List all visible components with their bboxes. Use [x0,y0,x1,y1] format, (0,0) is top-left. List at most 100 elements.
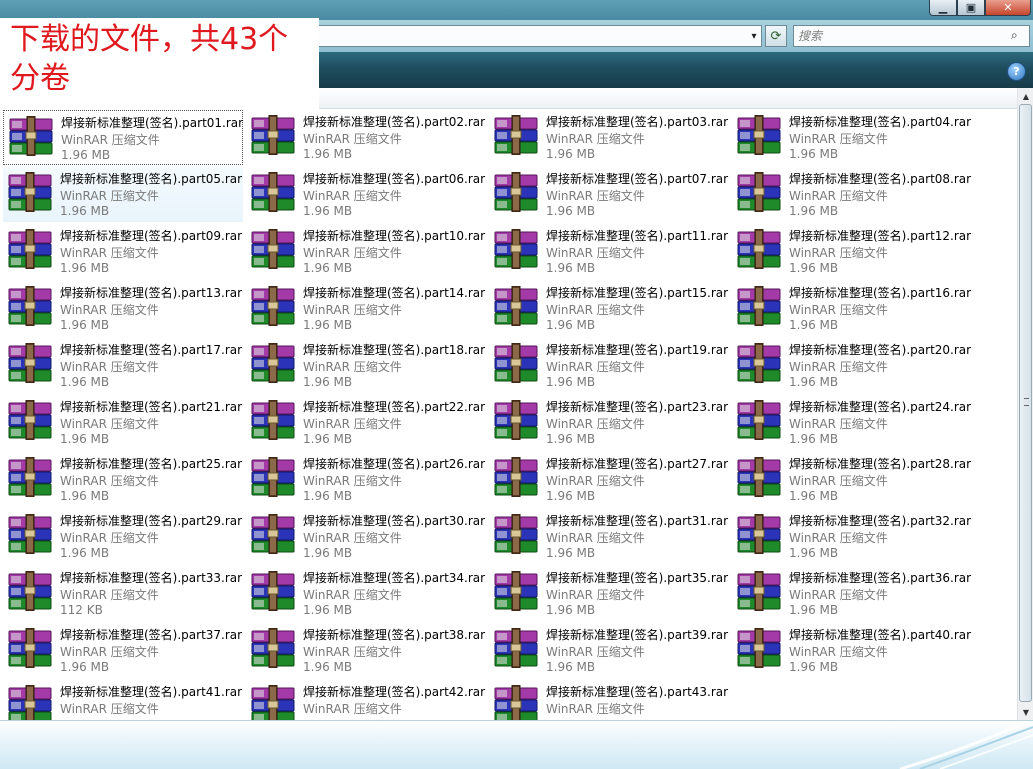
file-name: 焊接新标准整理(签名).part01.rar [61,116,244,130]
file-name: 焊接新标准整理(签名).part15.rar [546,286,729,300]
title-bar: ▁ ▣ ✕ [0,0,1033,20]
file-name: 焊接新标准整理(签名).part39.rar [546,628,729,642]
file-type: WinRAR 压缩文件 [546,531,645,545]
file-size: 1.96 MB [303,603,353,617]
file-type: WinRAR 压缩文件 [303,303,402,317]
file-item[interactable]: 焊接新标准整理(签名).part43.rar WinRAR 压缩文件 [489,680,729,720]
file-item[interactable]: 焊接新标准整理(签名).part23.rar WinRAR 压缩文件 1.96 MB [489,395,729,450]
file-item[interactable]: 焊接新标准整理(签名).part35.rar WinRAR 压缩文件 1.96 MB [489,566,729,621]
file-item[interactable]: 焊接新标准整理(签名).part06.rar WinRAR 压缩文件 1.96 MB [246,167,486,222]
file-size: 1.96 MB [60,261,110,275]
file-size: 1.96 MB [546,546,596,560]
file-type: WinRAR 压缩文件 [789,417,888,431]
file-name: 焊接新标准整理(签名).part17.rar [60,343,243,357]
file-item[interactable]: 焊接新标准整理(签名).part04.rar WinRAR 压缩文件 1.96 MB [732,110,972,165]
file-item[interactable]: 焊接新标准整理(签名).part39.rar WinRAR 压缩文件 1.96 MB [489,623,729,678]
file-item[interactable]: 焊接新标准整理(签名).part18.rar WinRAR 压缩文件 1.96 MB [246,338,486,393]
file-item[interactable]: 焊接新标准整理(签名).part21.rar WinRAR 压缩文件 1.96 MB [3,395,243,450]
file-type: WinRAR 压缩文件 [789,531,888,545]
file-size: 1.96 MB [546,318,596,332]
winrar-archive-icon [251,514,295,554]
file-item[interactable]: 焊接新标准整理(签名).part41.rar WinRAR 压缩文件 [3,680,243,720]
winrar-archive-icon [737,514,781,554]
file-item[interactable]: 焊接新标准整理(签名).part31.rar WinRAR 压缩文件 1.96 MB [489,509,729,564]
help-icon[interactable]: ? [1007,62,1026,81]
winrar-archive-icon [737,457,781,497]
file-name: 焊接新标准整理(签名).part20.rar [789,343,972,357]
file-size: 1.96 MB [60,432,110,446]
file-item[interactable]: 焊接新标准整理(签名).part20.rar WinRAR 压缩文件 1.96 MB [732,338,972,393]
scroll-down-icon[interactable]: ▼ [1018,704,1033,720]
file-item[interactable]: 焊接新标准整理(签名).part01.rar WinRAR 压缩文件 1.96 MB [3,110,243,165]
file-item[interactable]: 焊接新标准整理(签名).part33.rar WinRAR 压缩文件 112 KB [3,566,243,621]
file-item[interactable]: 焊接新标准整理(签名).part07.rar WinRAR 压缩文件 1.96 MB [489,167,729,222]
details-pane [0,720,1033,769]
file-name: 焊接新标准整理(签名).part09.rar [60,229,243,243]
file-item[interactable]: 焊接新标准整理(签名).part12.rar WinRAR 压缩文件 1.96 MB [732,224,972,279]
file-item[interactable]: 焊接新标准整理(签名).part09.rar WinRAR 压缩文件 1.96 MB [3,224,243,279]
file-item[interactable]: 焊接新标准整理(签名).part16.rar WinRAR 压缩文件 1.96 MB [732,281,972,336]
file-item[interactable]: 焊接新标准整理(签名).part03.rar WinRAR 压缩文件 1.96 MB [489,110,729,165]
address-dropdown-icon[interactable]: ▾ [746,26,762,46]
file-name: 焊接新标准整理(签名).part27.rar [546,457,729,471]
file-item[interactable]: 焊接新标准整理(签名).part17.rar WinRAR 压缩文件 1.96 MB [3,338,243,393]
file-item[interactable]: 焊接新标准整理(签名).part36.rar WinRAR 压缩文件 1.96 MB [732,566,972,621]
scroll-thumb[interactable] [1019,104,1032,702]
winrar-archive-icon [8,400,52,440]
file-name: 焊接新标准整理(签名).part38.rar [303,628,486,642]
file-item[interactable]: 焊接新标准整理(签名).part40.rar WinRAR 压缩文件 1.96 MB [732,623,972,678]
scroll-grip-icon [1024,398,1029,406]
scroll-up-icon[interactable]: ▲ [1018,88,1033,104]
file-item[interactable]: 焊接新标准整理(签名).part42.rar WinRAR 压缩文件 [246,680,486,720]
file-name: 焊接新标准整理(签名).part34.rar [303,571,486,585]
file-item[interactable]: 焊接新标准整理(签名).part38.rar WinRAR 压缩文件 1.96 MB [246,623,486,678]
file-size: 1.96 MB [303,660,353,674]
file-type: WinRAR 压缩文件 [546,702,645,716]
winrar-archive-icon [8,229,52,269]
file-item[interactable]: 焊接新标准整理(签名).part29.rar WinRAR 压缩文件 1.96 MB [3,509,243,564]
file-name: 焊接新标准整理(签名).part42.rar [303,685,486,699]
file-type: WinRAR 压缩文件 [546,303,645,317]
file-type: WinRAR 压缩文件 [789,474,888,488]
refresh-button[interactable]: ⟳ [765,25,787,47]
file-item[interactable]: 焊接新标准整理(签名).part37.rar WinRAR 压缩文件 1.96 MB [3,623,243,678]
file-name: 焊接新标准整理(签名).part13.rar [60,286,243,300]
file-item[interactable]: 焊接新标准整理(签名).part15.rar WinRAR 压缩文件 1.96 MB [489,281,729,336]
file-item[interactable]: 焊接新标准整理(签名).part11.rar WinRAR 压缩文件 1.96 MB [489,224,729,279]
file-item[interactable]: 焊接新标准整理(签名).part25.rar WinRAR 压缩文件 1.96 MB [3,452,243,507]
file-item[interactable]: 焊接新标准整理(签名).part27.rar WinRAR 压缩文件 1.96 MB [489,452,729,507]
file-name: 焊接新标准整理(签名).part04.rar [789,115,972,129]
file-item[interactable]: 焊接新标准整理(签名).part32.rar WinRAR 压缩文件 1.96 MB [732,509,972,564]
file-size: 1.96 MB [303,147,353,161]
search-box[interactable]: ⌕ [793,25,1030,47]
file-type: WinRAR 压缩文件 [303,588,402,602]
file-item[interactable]: 焊接新标准整理(签名).part02.rar WinRAR 压缩文件 1.96 MB [246,110,486,165]
file-type: WinRAR 压缩文件 [60,417,159,431]
file-item[interactable]: 焊接新标准整理(签名).part08.rar WinRAR 压缩文件 1.96 MB [732,167,972,222]
file-item[interactable]: 焊接新标准整理(签名).part13.rar WinRAR 压缩文件 1.96 MB [3,281,243,336]
file-item[interactable]: 焊接新标准整理(签名).part19.rar WinRAR 压缩文件 1.96 MB [489,338,729,393]
file-name: 焊接新标准整理(签名).part24.rar [789,400,972,414]
file-item[interactable]: 焊接新标准整理(签名).part24.rar WinRAR 压缩文件 1.96 MB [732,395,972,450]
winrar-archive-icon [8,343,52,383]
file-item[interactable]: 焊接新标准整理(签名).part30.rar WinRAR 压缩文件 1.96 MB [246,509,486,564]
search-input[interactable] [798,28,998,44]
file-item[interactable]: 焊接新标准整理(签名).part28.rar WinRAR 压缩文件 1.96 MB [732,452,972,507]
file-item[interactable]: 焊接新标准整理(签名).part26.rar WinRAR 压缩文件 1.96 MB [246,452,486,507]
file-item[interactable]: 焊接新标准整理(签名).part22.rar WinRAR 压缩文件 1.96 MB [246,395,486,450]
file-type: WinRAR 压缩文件 [546,588,645,602]
file-item[interactable]: 焊接新标准整理(签名).part05.rar WinRAR 压缩文件 1.96 MB [3,167,243,222]
file-item[interactable]: 焊接新标准整理(签名).part34.rar WinRAR 压缩文件 1.96 MB [246,566,486,621]
close-button[interactable]: ✕ [985,0,1031,16]
winrar-archive-icon [494,514,538,554]
winrar-archive-icon [737,115,781,155]
minimize-button[interactable]: ▁ [929,0,957,16]
winrar-archive-icon [251,115,295,155]
file-item[interactable]: 焊接新标准整理(签名).part10.rar WinRAR 压缩文件 1.96 MB [246,224,486,279]
file-item[interactable]: 焊接新标准整理(签名).part14.rar WinRAR 压缩文件 1.96 MB [246,281,486,336]
maximize-button[interactable]: ▣ [957,0,985,16]
file-name: 焊接新标准整理(签名).part30.rar [303,514,486,528]
file-type: WinRAR 压缩文件 [303,360,402,374]
search-icon[interactable]: ⌕ [1011,28,1025,44]
vertical-scrollbar[interactable]: ▲ ▼ [1017,88,1033,720]
